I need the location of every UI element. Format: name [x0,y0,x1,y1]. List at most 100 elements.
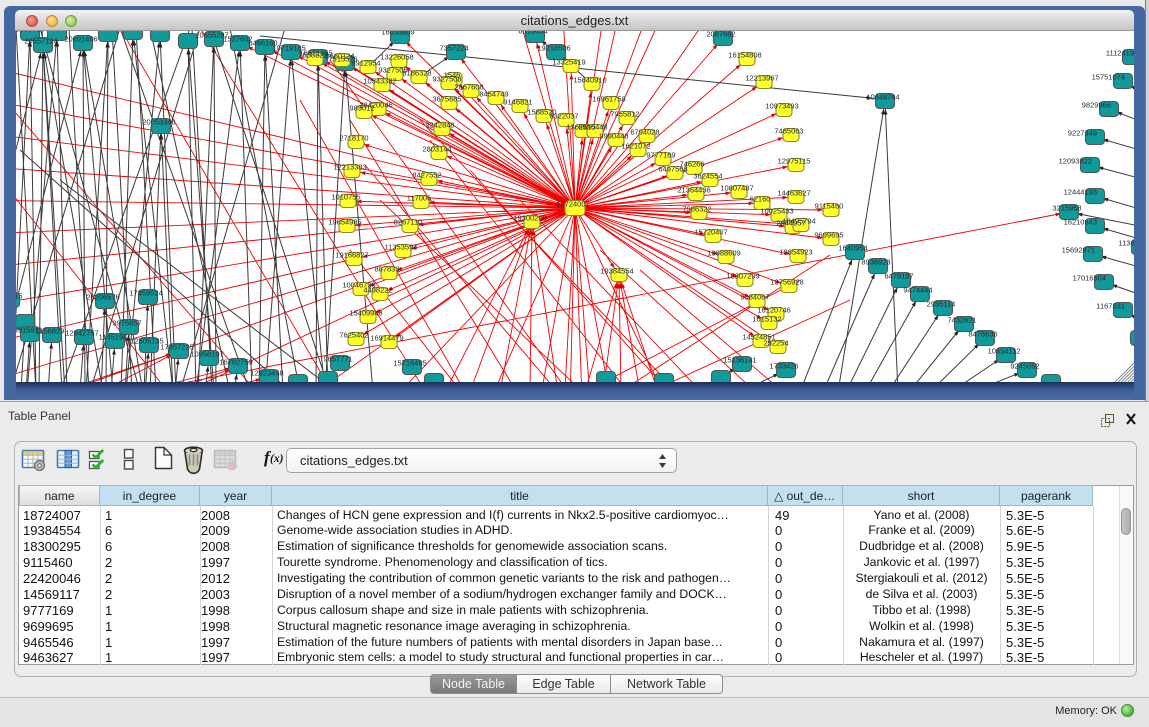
svg-text:8478636: 8478636 [968,330,997,339]
svg-text:9777169: 9777169 [646,151,675,160]
svg-text:9245052: 9245052 [1010,362,1039,371]
svg-text:7955812: 7955812 [610,110,639,119]
svg-text:9227349: 9227349 [1068,129,1097,138]
svg-text:1621072: 1621072 [621,142,650,151]
svg-text:12213967: 12213967 [745,74,778,83]
svg-text:19218506: 19218506 [537,44,570,53]
svg-text:10648784: 10648784 [866,93,899,102]
svg-text:6479197: 6479197 [884,272,913,281]
svg-text:8267110: 8267110 [394,218,423,227]
svg-text:2935114: 2935114 [927,300,956,309]
svg-text:887833: 887833 [374,265,399,274]
svg-text:(x): (x) [270,453,284,465]
svg-text:8938923: 8938923 [861,258,890,267]
svg-text:9084067: 9084067 [740,293,769,302]
svg-text:7638822: 7638822 [298,51,327,60]
svg-text:13325419: 13325419 [552,58,585,67]
svg-text:9115460: 9115460 [815,202,844,211]
svg-text:7625402: 7625402 [339,331,368,340]
svg-text:15409948: 15409948 [349,309,382,318]
svg-text:17016504: 17016504 [1073,274,1106,283]
svg-text:10025433: 10025433 [760,207,793,216]
svg-text:9975857: 9975857 [112,319,141,328]
svg-text:19654923: 19654923 [779,248,812,257]
svg-text:2616015: 2616015 [16,292,23,301]
svg-text:1145194: 1145194 [99,333,128,342]
svg-text:18807299: 18807299 [726,272,759,281]
svg-text:7432621: 7432621 [947,316,976,325]
svg-text:15751074: 15751074 [1092,73,1125,82]
svg-text:19384554: 19384554 [600,267,633,276]
svg-text:2087682: 2087682 [706,31,735,39]
svg-text:15720407: 15720407 [694,228,727,237]
svg-text:6497568: 6497568 [658,165,687,174]
svg-text:6794028: 6794028 [630,128,659,137]
svg-text:1615132: 1615132 [752,315,781,324]
svg-text:62160: 62160 [750,195,771,204]
svg-text:10807487: 10807487 [720,184,753,193]
svg-text:10688609: 10688609 [707,249,740,258]
svg-text:8813054: 8813054 [518,31,547,36]
svg-text:16210643: 16210643 [1064,218,1097,227]
svg-text:989012: 989012 [349,104,374,113]
svg-text:15136141: 15136141 [723,356,756,365]
svg-text:10654112: 10654112 [988,347,1021,356]
svg-text:12923448: 12923448 [250,369,283,378]
svg-text:19300203: 19300203 [513,214,546,223]
svg-text:1733426: 1733426 [769,362,798,371]
svg-text:10973493: 10973493 [765,102,798,111]
svg-text:1640954: 1640954 [838,244,867,253]
svg-text:8186328: 8186328 [402,69,431,78]
svg-text:19654985: 19654985 [328,218,361,227]
svg-text:15692971: 15692971 [1062,246,1095,255]
svg-text:113626: 113626 [1119,239,1134,248]
svg-text:9242848: 9242848 [425,121,454,130]
svg-text:19166827: 19166827 [335,251,368,260]
svg-text:4498222: 4498222 [363,286,392,295]
svg-text:3624554: 3624554 [693,172,722,181]
svg-text:117006: 117006 [407,194,431,203]
svg-text:3675685: 3675685 [432,95,461,104]
svg-text:252254: 252254 [763,339,788,348]
svg-text:16782759: 16782759 [219,358,252,367]
svg-text:20557124: 20557124 [24,37,57,46]
svg-text:9146821: 9146821 [503,98,532,107]
svg-text:12213383: 12213383 [333,163,366,172]
svg-text:8912954: 8912954 [351,59,380,68]
svg-text:16120746: 16120746 [757,306,790,315]
svg-text:16961758: 16961758 [592,95,625,104]
svg-text:12444193: 12444193 [1064,188,1097,197]
svg-text:20053346: 20053346 [142,118,175,127]
svg-text:6322037: 6322037 [549,112,578,121]
svg-text:14463627: 14463627 [777,189,810,198]
svg-text:20206576: 20206576 [86,293,119,302]
svg-text:12942757: 12942757 [65,329,98,338]
svg-text:9657771: 9657771 [323,355,352,364]
svg-text:16914479: 16914479 [370,334,403,343]
svg-text:10756928: 10756928 [770,278,803,287]
svg-text:2718170: 2718170 [339,134,368,143]
svg-text:15716485: 15716485 [393,359,426,368]
svg-text:17957225: 17957225 [160,343,193,352]
svg-text:20691406: 20691406 [64,35,97,44]
svg-text:8427552: 8427552 [412,171,441,180]
svg-text:18724007: 18724007 [556,200,589,209]
svg-text:7986322: 7986322 [682,205,711,214]
svg-text:9990448: 9990448 [599,132,628,141]
svg-text:9474444: 9474444 [903,286,932,295]
svg-text:16033809: 16033809 [381,31,414,37]
svg-text:8660124: 8660124 [325,52,354,61]
svg-text:12093822: 12093822 [1059,157,1092,166]
svg-text:10543382: 10543382 [363,77,396,86]
svg-text:17359924: 17359924 [129,289,162,298]
svg-text:12975115: 12975115 [778,157,811,166]
svg-text:1167531: 1167531 [1096,302,1125,311]
svg-text:7485063: 7485063 [774,127,803,136]
svg-text:6990448: 6990448 [578,123,607,132]
svg-text:18495794: 18495794 [782,217,815,226]
svg-text:7357224: 7357224 [439,44,468,53]
svg-text:13226058: 13226058 [380,53,413,62]
svg-text:21364436: 21364436 [677,186,710,195]
svg-text:9829966: 9829966 [1082,101,1111,110]
svg-text:1112419: 1112419 [1106,49,1134,58]
